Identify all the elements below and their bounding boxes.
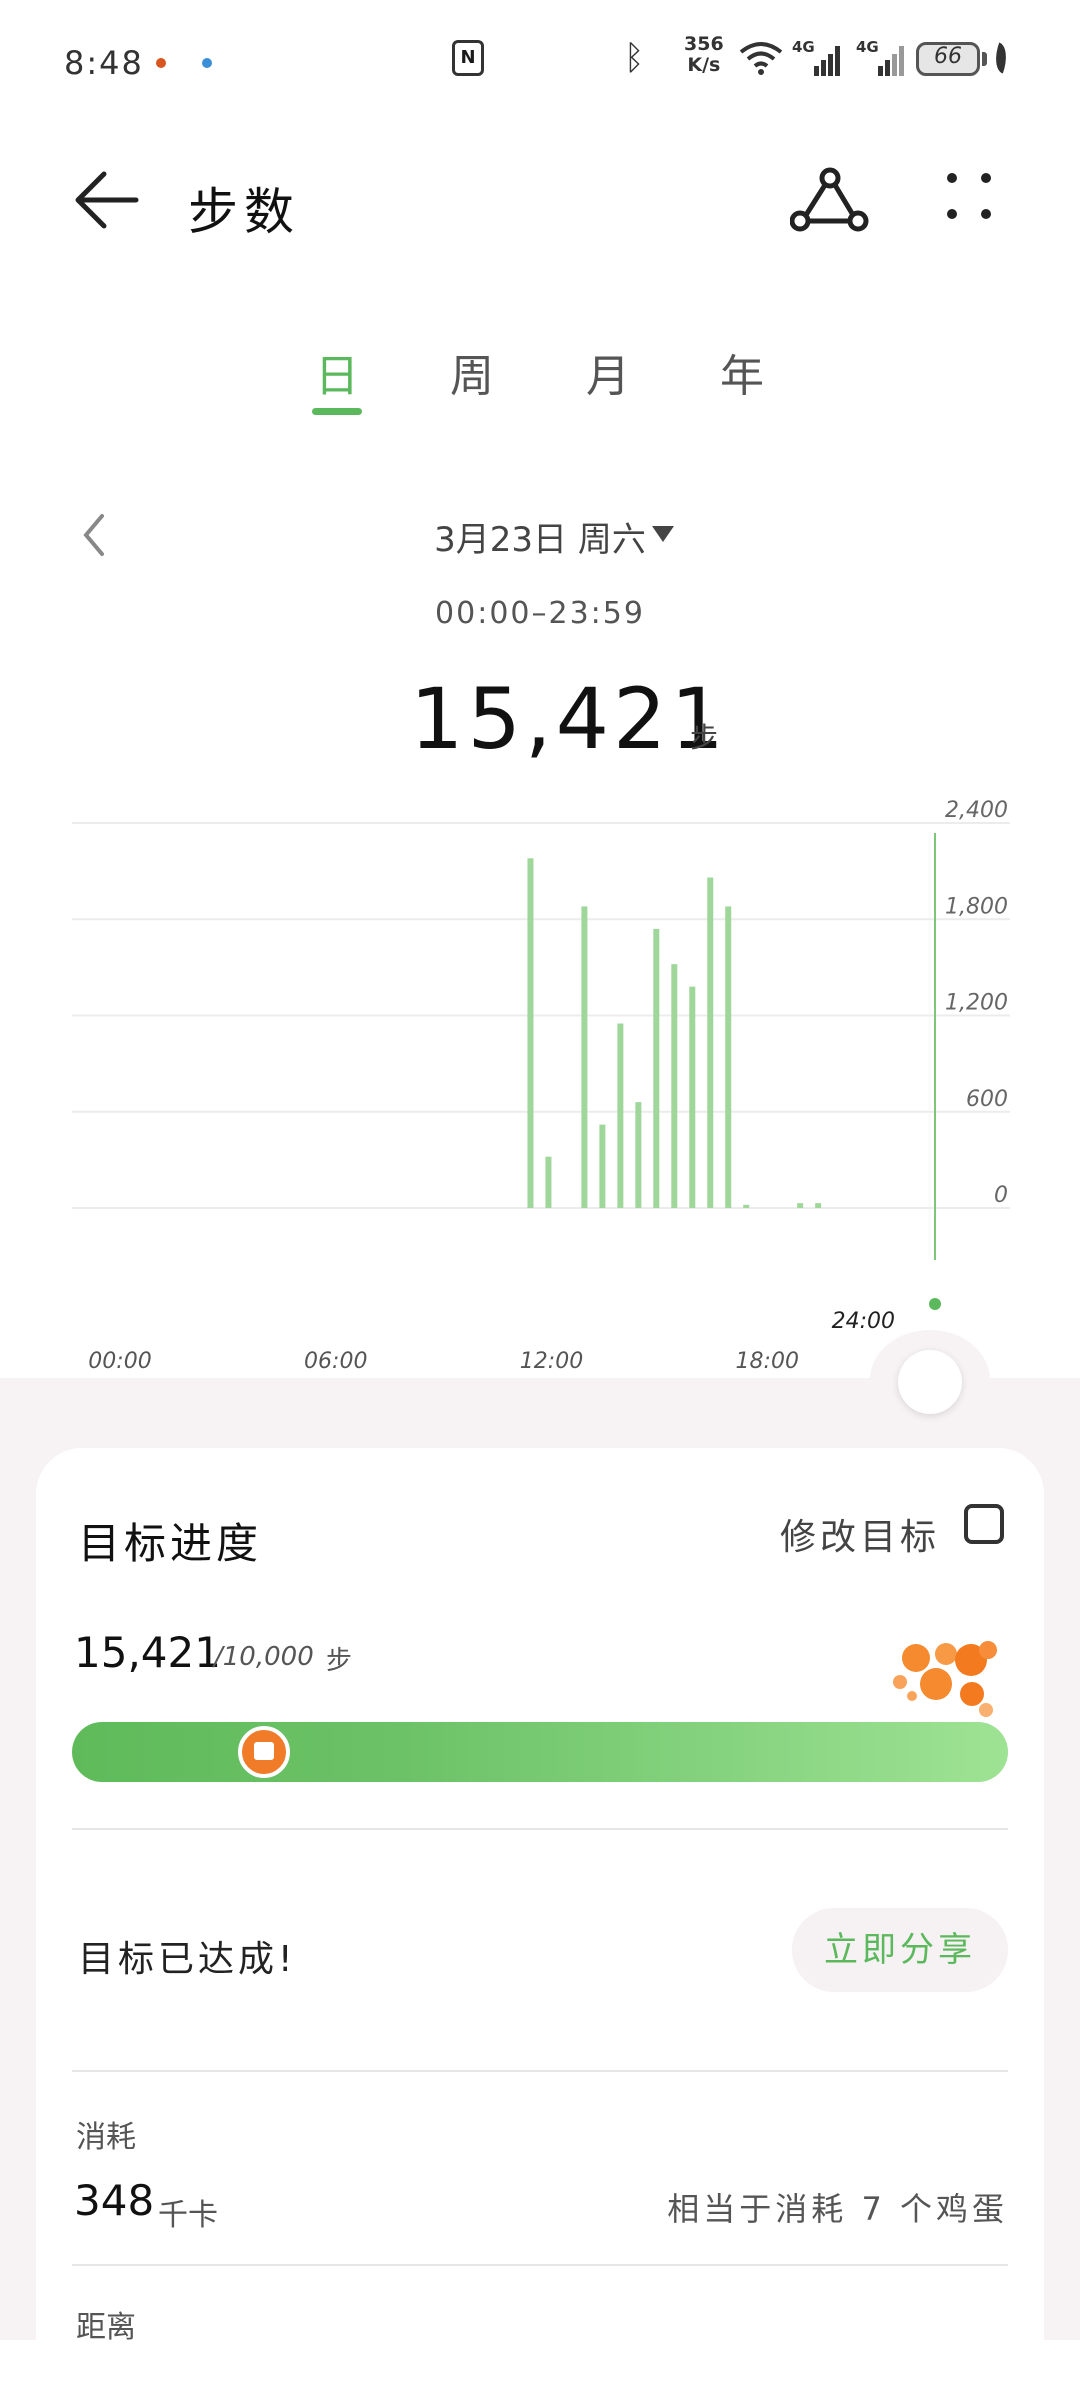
x-end-label: 24:00: [832, 1309, 895, 1334]
network-speed-unit: K/s: [687, 54, 721, 76]
time-range: 00:00–23:59: [435, 596, 645, 631]
current-time-dot: [929, 1298, 941, 1310]
celebration-bubbles-icon: [893, 1641, 997, 1717]
x-tick-label: 12:00: [520, 1349, 583, 1370]
calories-label: 消耗: [76, 2120, 136, 2155]
step-bar[interactable]: [635, 1102, 642, 1208]
back-arrow-icon[interactable]: [70, 160, 150, 240]
progress-marker-glyph: [254, 1742, 274, 1760]
step-bar[interactable]: [797, 1203, 804, 1208]
step-bar[interactable]: [617, 1023, 624, 1208]
step-bar[interactable]: [707, 877, 714, 1208]
step-bar[interactable]: [545, 1156, 552, 1208]
share-icon[interactable]: [790, 166, 870, 236]
tab-year[interactable]: 年: [702, 340, 782, 404]
dropdown-triangle-icon[interactable]: [652, 526, 674, 542]
step-bar[interactable]: [527, 858, 534, 1208]
chart-scrub-handle[interactable]: [898, 1350, 962, 1414]
total-steps-unit: 步: [690, 721, 719, 754]
active-tab-indicator: [312, 408, 362, 415]
network-speed-value: 356: [684, 33, 724, 55]
goal-current-steps: 15,421: [74, 1628, 221, 1677]
divider: [72, 2264, 1008, 2266]
y-tick-label: 2,400: [945, 798, 1008, 823]
date-label[interactable]: 3月23日 周六: [340, 512, 740, 561]
edit-goal-button[interactable]: 修改目标: [780, 1508, 940, 1560]
calories-unit: 千卡: [158, 2198, 218, 2233]
calories-equivalent: 相当于消耗 7 个鸡蛋: [667, 2190, 1008, 2228]
bluetooth-icon: ᛒ: [624, 38, 645, 78]
y-tick-label: 0: [994, 1183, 1008, 1208]
cellular-signal-2-icon: 4G: [856, 38, 906, 76]
wifi-icon: [739, 42, 783, 75]
goal-target-steps: /10,000: [214, 1642, 314, 1672]
notification-icon: [156, 58, 166, 68]
more-options-icon[interactable]: [940, 166, 1000, 232]
step-bar[interactable]: [743, 1204, 750, 1208]
distance-label: 距离: [76, 2310, 136, 2345]
step-bar[interactable]: [653, 928, 660, 1208]
divider: [72, 1828, 1008, 1830]
signal-type-label: 4G: [792, 38, 815, 56]
x-tick-label: 00:00: [88, 1349, 151, 1370]
tab-day[interactable]: 日: [297, 340, 377, 404]
notification-icon: [202, 58, 212, 68]
x-tick-label: 18:00: [736, 1349, 799, 1370]
goal-title: 目标进度: [78, 1519, 263, 1568]
y-tick-label: 1,200: [945, 991, 1008, 1016]
step-bar[interactable]: [725, 906, 732, 1208]
edit-icon[interactable]: [964, 1504, 1004, 1544]
goal-target-unit: 步: [326, 1646, 353, 1676]
goal-progress-bar: [72, 1722, 1008, 1782]
step-bar[interactable]: [689, 986, 696, 1208]
step-bar[interactable]: [581, 906, 588, 1208]
tab-month[interactable]: 月: [568, 340, 648, 404]
tab-week[interactable]: 周: [432, 340, 512, 404]
step-bar[interactable]: [671, 964, 678, 1208]
cellular-signal-1-icon: 4G: [792, 38, 842, 76]
share-now-button[interactable]: 立即分享: [792, 1908, 1008, 1992]
power-saving-leaf-icon: [989, 42, 1013, 74]
y-tick-label: 1,800: [945, 894, 1008, 919]
step-bar[interactable]: [599, 1124, 606, 1208]
y-tick-label: 600: [966, 1087, 1008, 1112]
chevron-left-icon[interactable]: [74, 510, 114, 560]
page-title: 步数: [188, 183, 300, 241]
network-speed: 356 K/s: [684, 34, 724, 76]
total-steps-value: 15,421: [410, 670, 728, 768]
steps-bar-chart[interactable]: 2,400 1,800 1,200 600 0 24:00 00:00 06:00 12:00 1…: [0, 790, 1080, 1370]
status-time: 8:48: [64, 44, 144, 82]
signal-type-label: 4G: [856, 38, 879, 56]
x-tick-label: 06:00: [304, 1349, 367, 1370]
battery-level: 66: [934, 44, 962, 69]
battery-cap: [982, 52, 987, 66]
goal-achieved-text: 目标已达成!: [78, 1939, 297, 1980]
calories-value: 348: [74, 2176, 155, 2225]
step-bar[interactable]: [815, 1203, 822, 1208]
nfc-icon: N: [452, 40, 484, 76]
divider: [72, 2070, 1008, 2072]
